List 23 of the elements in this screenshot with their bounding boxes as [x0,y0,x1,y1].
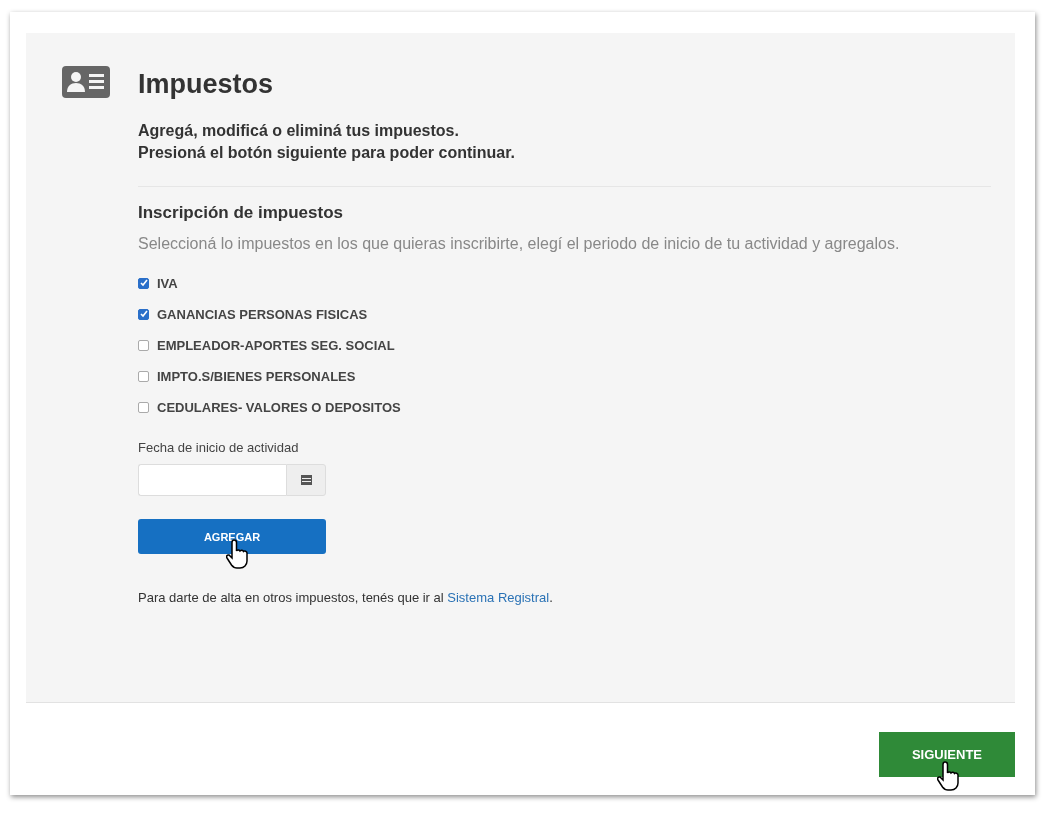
id-card-icon [62,66,110,98]
date-field[interactable] [138,464,286,496]
add-button[interactable]: AGREGAR [138,519,326,554]
checkbox-label[interactable]: IMPTO.S/BIENES PERSONALES [157,368,356,384]
info-text: Para darte de alta en otros impuestos, tenés que ir al Sistema Registral. [138,590,554,605]
checkbox[interactable] [138,308,149,320]
checkbox-label[interactable]: EMPLEADOR-APORTES SEG. SOCIAL [157,337,395,353]
page-title: Impuestos [138,69,275,100]
checkbox[interactable] [138,277,149,289]
checkbox[interactable] [138,370,149,382]
checkbox-label[interactable]: IVA [157,275,178,291]
subtitle-text: Agregá, modificá o eliminá tus impuestos. [138,121,460,141]
subtitle-text: Presioná el botón siguiente para poder continuar. [138,143,515,163]
checkbox[interactable] [138,339,149,351]
calendar-icon[interactable] [300,475,312,485]
checkbox-label[interactable]: CEDULARES- VALORES O DEPOSITOS [157,399,401,415]
checkbox[interactable] [138,401,149,413]
next-button[interactable]: SIGUIENTE [879,732,1015,777]
calendar-button[interactable] [286,464,326,496]
section-title: Inscripción de impuestos [138,203,344,223]
section-description: Seleccioná lo impuestos en los que quieras inscribirte, elegí el periodo de inicio de tu actividad y agregalos. [138,234,901,254]
field-label: Fecha de inicio de actividad [138,440,300,455]
checkbox-label[interactable]: GANANCIAS PERSONAS FISICAS [157,306,368,322]
